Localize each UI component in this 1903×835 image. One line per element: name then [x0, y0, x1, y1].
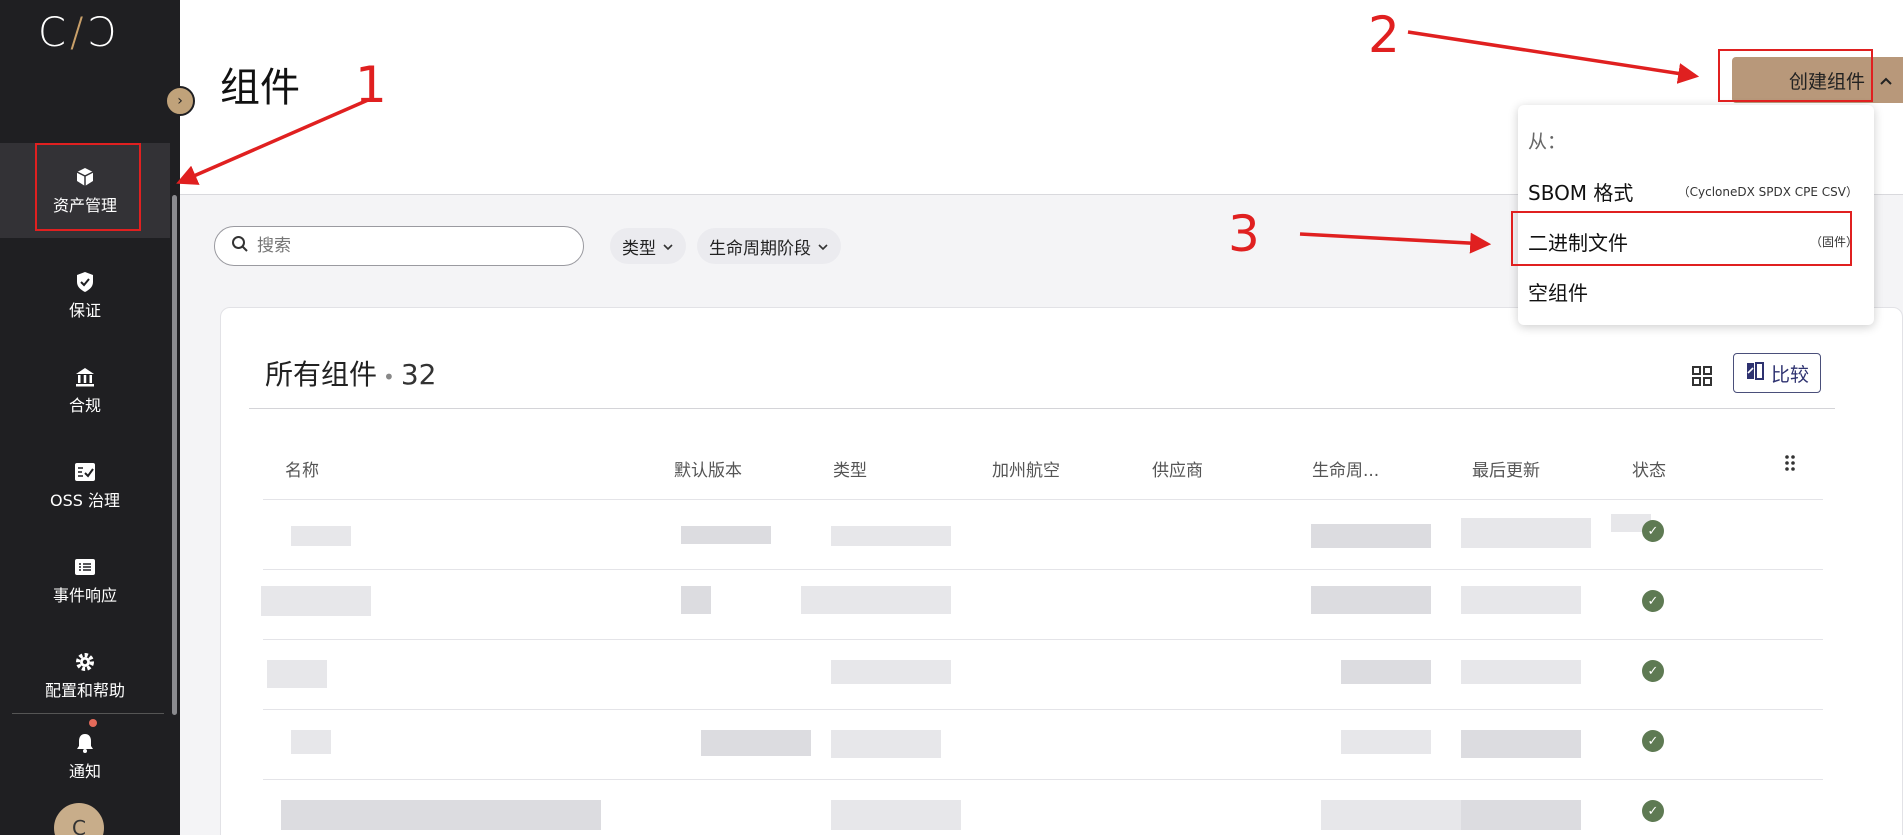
shield-icon — [74, 271, 96, 293]
card-title: 所有组件 • 32 — [265, 358, 437, 391]
menu-item-label: 空组件 — [1528, 281, 1588, 305]
column-header-default-version[interactable]: 默认版本 — [674, 456, 742, 481]
component-count: 32 — [400, 358, 437, 391]
card-divider — [249, 408, 1835, 409]
sidebar-item-label: OSS 治理 — [50, 490, 120, 510]
search-field[interactable] — [214, 226, 584, 266]
annotation-arrow-3 — [1299, 232, 1492, 254]
list-icon — [74, 556, 96, 578]
type-filter[interactable]: 类型 — [610, 228, 686, 264]
lifecycle-filter[interactable]: 生命周期阶段 — [697, 228, 841, 264]
column-header-name[interactable]: 名称 — [285, 456, 319, 481]
menu-item-sbom[interactable]: SBOM 格式 （CycloneDX SPDX CPE CSV） — [1528, 177, 1864, 206]
annotation-number-2: 2 — [1368, 6, 1400, 64]
status-check-icon: ✓ — [1642, 730, 1664, 752]
sidebar-scrollbar[interactable] — [172, 195, 177, 715]
sidebar-item-incident-response[interactable]: 事件响应 — [0, 533, 170, 628]
type-filter-label: 类型 — [622, 238, 656, 259]
column-header-lifecycle[interactable]: 生命周... — [1312, 456, 1379, 481]
table-row-divider — [263, 639, 1823, 640]
status-check-icon: ✓ — [1642, 800, 1664, 822]
column-header-ca-aviation[interactable]: 加州航空 — [992, 456, 1060, 481]
table-row-divider — [263, 499, 1823, 500]
checklist-icon — [74, 461, 96, 483]
sidebar-item-notifications[interactable]: 通知 — [0, 712, 170, 802]
gear-icon — [74, 651, 96, 673]
bell-icon — [74, 732, 96, 754]
table-row-divider — [263, 779, 1823, 780]
sidebar-item-assurance[interactable]: 保证 — [0, 248, 170, 343]
status-check-icon: ✓ — [1642, 520, 1664, 542]
avatar[interactable]: C — [54, 803, 104, 835]
table-row-divider — [263, 709, 1823, 710]
page-title: 组件 — [220, 65, 300, 111]
bank-icon — [74, 366, 96, 388]
status-check-icon: ✓ — [1642, 660, 1664, 682]
notification-badge — [89, 719, 97, 727]
compare-icon — [1745, 361, 1765, 386]
column-header-last-updated[interactable]: 最后更新 — [1472, 456, 1540, 481]
sidebar-item-label: 配置和帮助 — [44, 680, 125, 700]
sidebar-item-label: 通知 — [68, 762, 101, 781]
menu-item-label: SBOM 格式 — [1528, 181, 1634, 205]
status-check-icon: ✓ — [1642, 590, 1664, 612]
annotation-box-1 — [35, 143, 141, 231]
chevron-up-icon — [1879, 69, 1893, 91]
sidebar-expand-button[interactable]: › — [165, 86, 195, 116]
search-input[interactable] — [257, 236, 557, 256]
chevron-down-icon — [662, 236, 674, 256]
menu-item-sub: （CycloneDX SPDX CPE CSV） — [1677, 185, 1858, 199]
menu-heading: 从： — [1528, 131, 1567, 153]
logo[interactable]: C/Ɔ — [38, 10, 117, 56]
annotation-box-2 — [1718, 49, 1873, 102]
annotation-number-1: 1 — [355, 56, 387, 114]
sidebar: C/Ɔ 资产管理 保证 合规 OSS 治理 事件响应 配置和帮助 通知 C — [0, 0, 180, 835]
card-title-text: 所有组件 — [265, 358, 378, 391]
compare-button[interactable]: 比较 — [1733, 353, 1821, 393]
sidebar-item-settings-help[interactable]: 配置和帮助 — [0, 628, 170, 723]
column-header-supplier[interactable]: 供应商 — [1152, 456, 1203, 481]
sidebar-item-label: 保证 — [68, 300, 101, 320]
components-card: 所有组件 • 32 比较 名称 默认版本 类型 加州航空 供应商 生命周... 最后… — [220, 307, 1903, 835]
grid-view-icon[interactable] — [1689, 363, 1715, 389]
column-header-status[interactable]: 状态 — [1632, 456, 1666, 481]
lifecycle-filter-label: 生命周期阶段 — [709, 238, 811, 259]
annotation-number-3: 3 — [1228, 205, 1260, 263]
annotation-box-3 — [1511, 211, 1852, 266]
chevron-down-icon — [817, 236, 829, 256]
sidebar-item-label: 事件响应 — [52, 585, 117, 605]
column-menu-icon[interactable] — [1784, 454, 1796, 477]
table-row-divider — [263, 569, 1823, 570]
sidebar-item-oss-governance[interactable]: OSS 治理 — [0, 438, 170, 533]
column-header-type[interactable]: 类型 — [833, 456, 867, 481]
search-icon — [231, 235, 249, 257]
menu-item-empty[interactable]: 空组件 — [1528, 277, 1864, 306]
sidebar-item-compliance[interactable]: 合规 — [0, 343, 170, 438]
compare-label: 比较 — [1770, 363, 1809, 386]
chevron-right-icon: › — [177, 93, 183, 109]
sidebar-item-label: 合规 — [68, 395, 101, 415]
